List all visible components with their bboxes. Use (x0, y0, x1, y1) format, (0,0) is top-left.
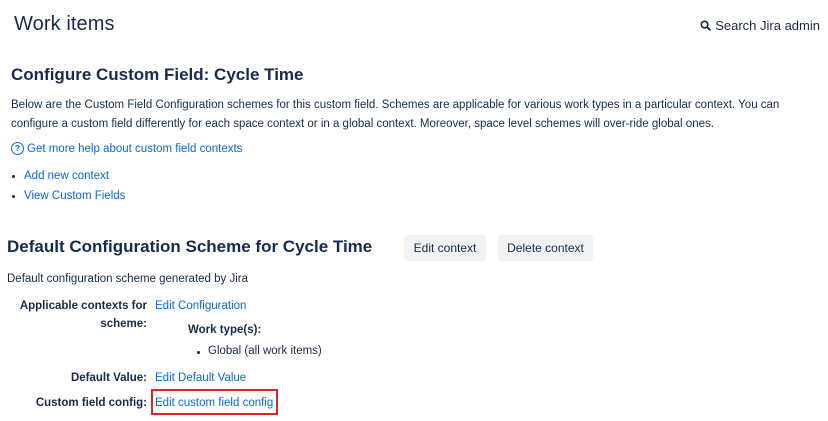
list-item: View Custom Fields (11, 187, 125, 207)
view-custom-fields-link[interactable]: View Custom Fields (24, 190, 125, 202)
edit-custom-field-config-link[interactable]: Edit custom field config (155, 394, 273, 412)
actions-list: Add new context View Custom Fields (11, 167, 125, 207)
edit-context-button[interactable]: Edit context (404, 235, 486, 261)
help-icon: ? (11, 142, 24, 155)
work-types-label: Work type(s): (188, 324, 262, 336)
section-description: Below are the Custom Field Configuration… (11, 99, 780, 130)
applicable-contexts-label: Applicable contexts for scheme: (20, 297, 147, 333)
search-icon (700, 20, 712, 31)
help-link[interactable]: ? Get more help about custom field conte… (11, 142, 242, 155)
list-item: Add new context (11, 167, 125, 187)
default-value-label: Default Value: (70, 372, 147, 384)
scheme-description: Default configuration scheme generated b… (7, 273, 249, 285)
add-new-context-link[interactable]: Add new context (24, 170, 109, 182)
section-title: Configure Custom Field: Cycle Time (11, 65, 304, 84)
edit-default-value-link[interactable]: Edit Default Value (155, 369, 246, 387)
applicable-contexts-label-line1: Applicable contexts for (19, 300, 147, 312)
delete-context-button[interactable]: Delete context (498, 235, 593, 261)
scheme-title: Default Configuration Scheme for Cycle T… (7, 237, 373, 256)
search-admin-label: Search Jira admin (715, 18, 820, 33)
page-title: Work items (14, 13, 115, 35)
search-admin-button[interactable]: Search Jira admin (700, 18, 820, 33)
help-link-label: Get more help about custom field context… (27, 142, 243, 155)
edit-configuration-link[interactable]: Edit Configuration (155, 297, 246, 315)
custom-field-config-label: Custom field config: (35, 397, 147, 409)
applicable-contexts-label-line2: scheme: (100, 318, 147, 330)
work-type-item: Global (all work items) (196, 345, 322, 357)
